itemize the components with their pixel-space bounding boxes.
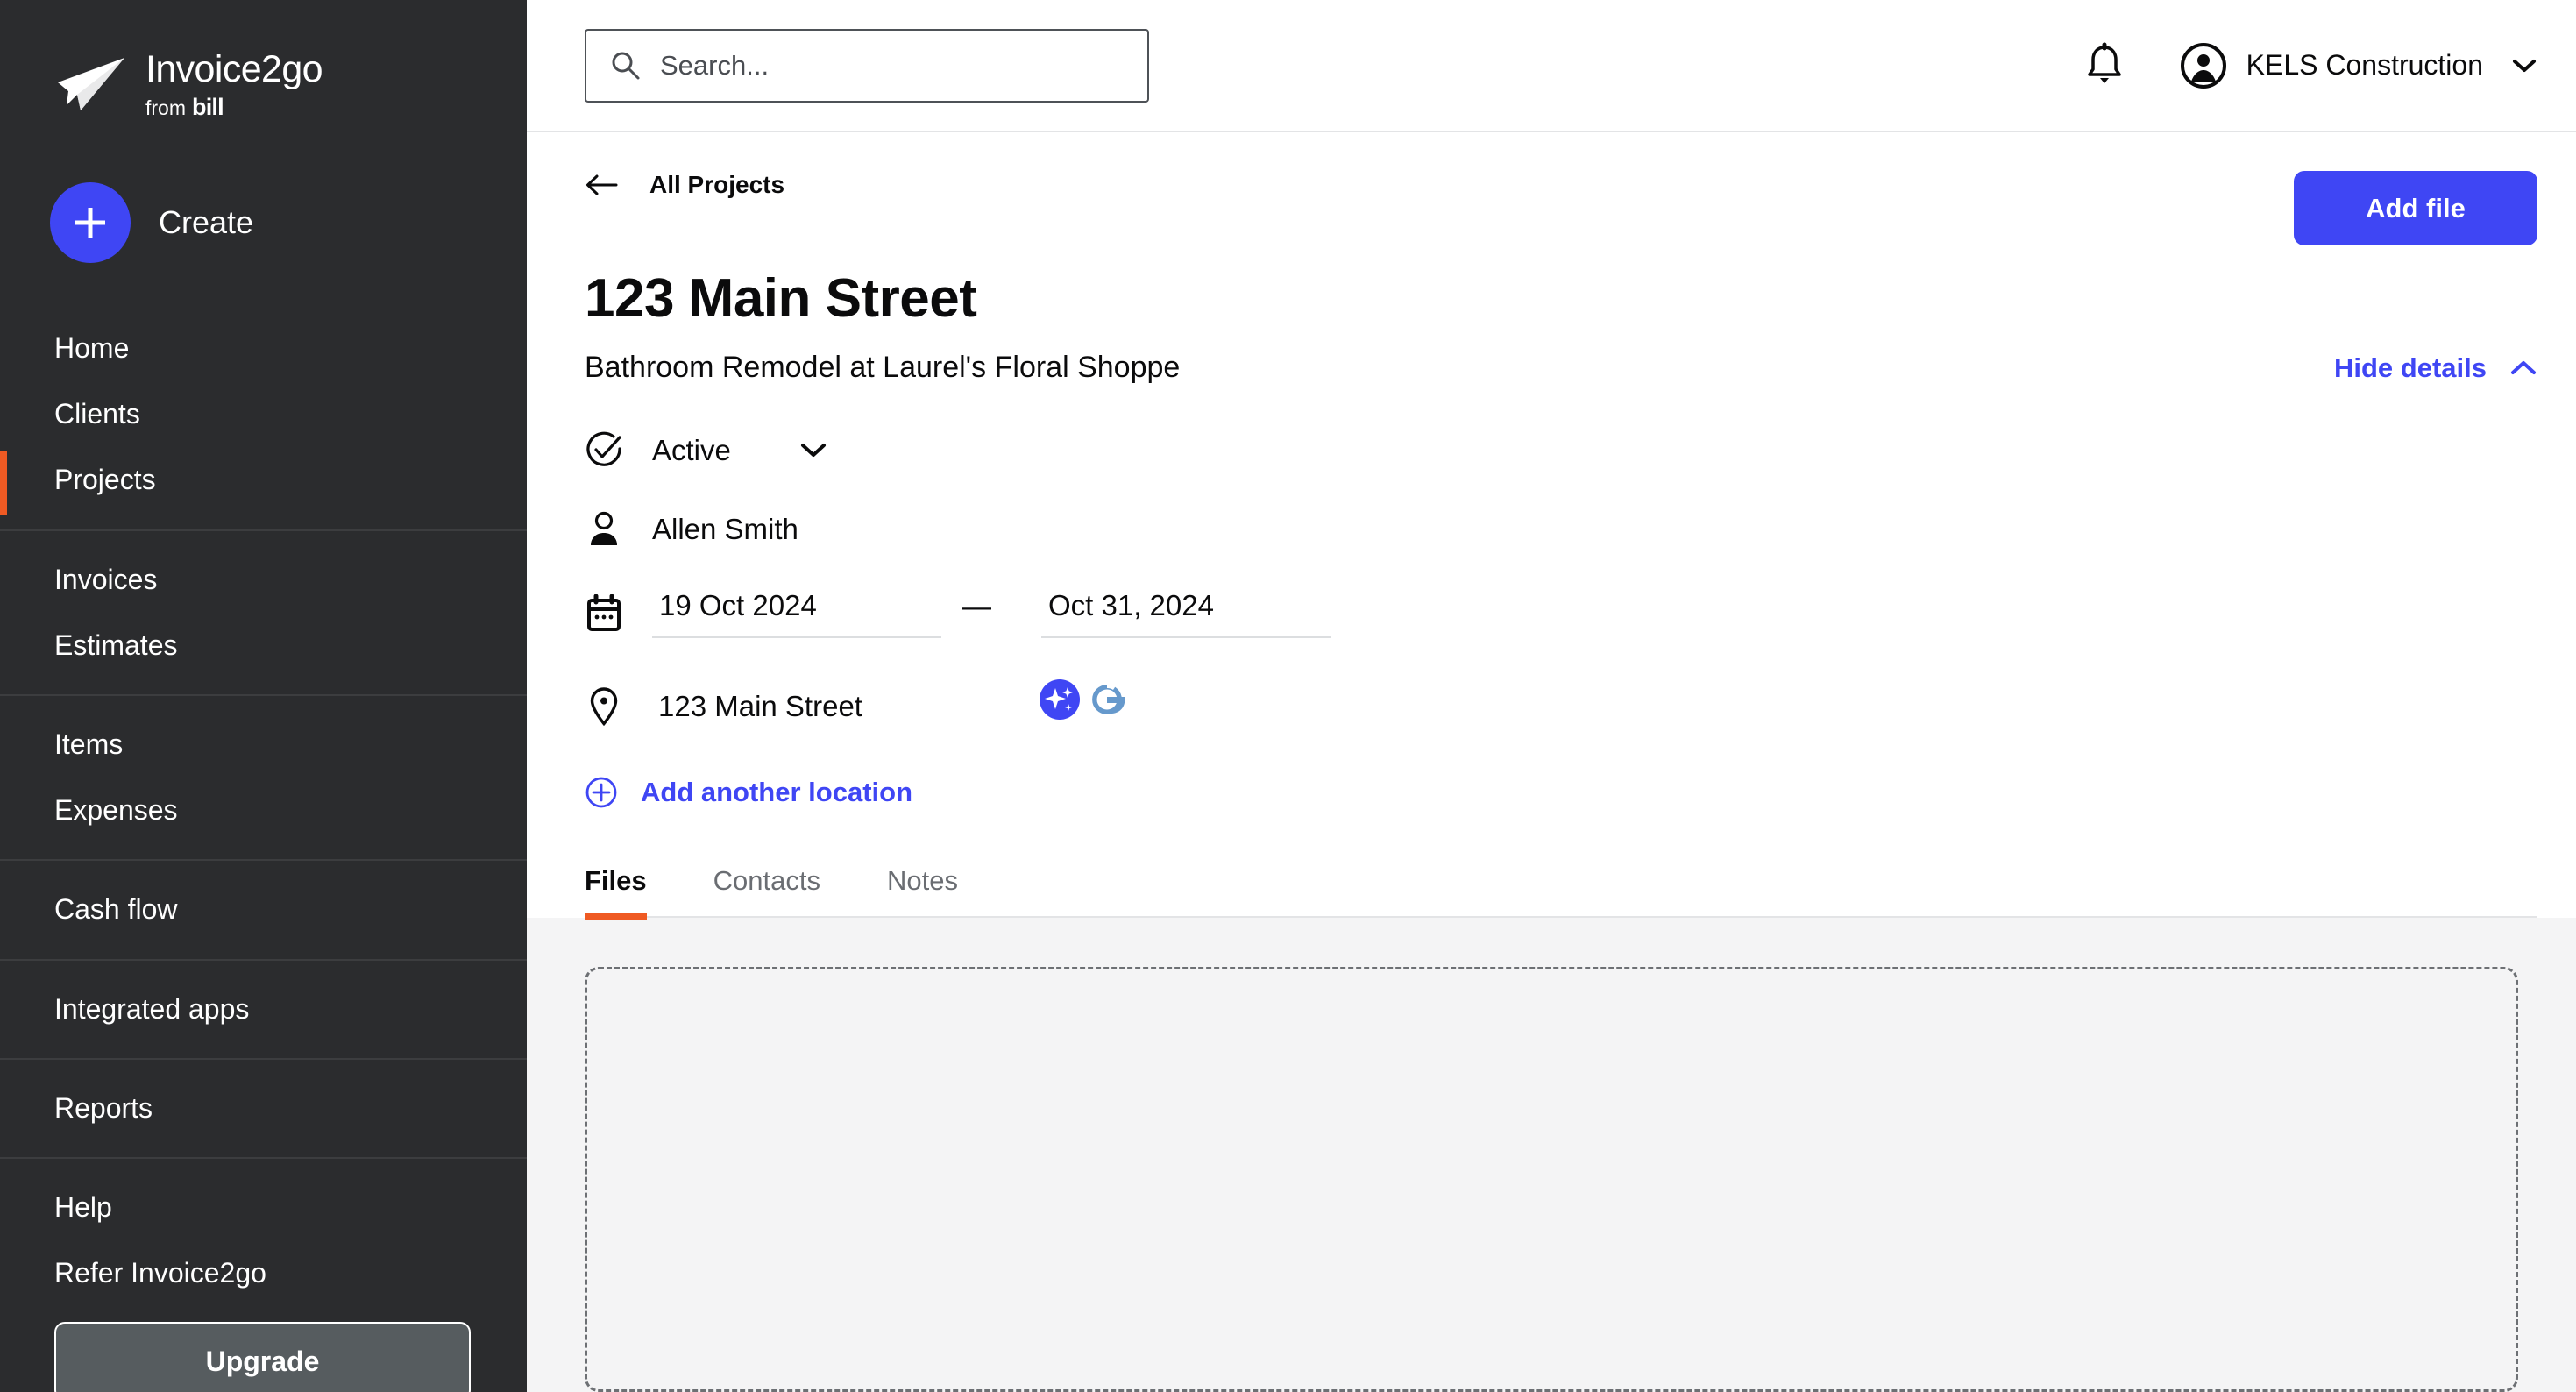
nav-group: Invoices Estimates: [0, 529, 527, 694]
account-avatar-icon: [2180, 42, 2226, 89]
brand-tagline-bill: bill: [192, 94, 224, 120]
date-range-row: 19 Oct 2024 — Oct 31, 2024: [585, 583, 2537, 644]
upgrade-button[interactable]: Upgrade: [54, 1322, 471, 1392]
calendar-icon: [587, 594, 621, 631]
plus-circle-icon: [585, 777, 617, 808]
account-name: KELS Construction: [2246, 49, 2483, 81]
chevron-down-icon: [2513, 59, 2536, 72]
add-another-location-link[interactable]: Add another location: [585, 776, 2537, 809]
calendar-icon-wrap: [585, 594, 623, 633]
sidebar-item-refer[interactable]: Refer Invoice2go: [0, 1240, 527, 1306]
main-area: KELS Construction All Projects Add: [527, 0, 2576, 1392]
sidebar-item-clients[interactable]: Clients: [0, 381, 527, 447]
hide-details-label: Hide details: [2334, 352, 2487, 383]
nav-group: Help Refer Invoice2go: [0, 1156, 527, 1322]
sidebar-item-home[interactable]: Home: [0, 316, 527, 381]
breadcrumb-label: All Projects: [649, 171, 785, 198]
sidebar-item-reports[interactable]: Reports: [0, 1076, 527, 1141]
paper-plane-icon: [58, 58, 124, 110]
sidebar-item-integrated-apps[interactable]: Integrated apps: [0, 977, 527, 1042]
brand-name: Invoice2go: [145, 48, 323, 90]
brand-tagline-prefix: from: [145, 96, 186, 119]
client-row: Allen Smith: [585, 504, 2537, 555]
location-row: 123 Main Street: [585, 676, 2537, 737]
page-title: 123 Main Street: [585, 268, 977, 329]
sidebar-item-projects[interactable]: Projects: [0, 447, 527, 516]
sidebar-nav: Home Clients Projects Invoices Estimates…: [0, 300, 527, 1322]
project-detail-panel: All Projects Add file 123 Main Street Ba…: [527, 132, 2576, 920]
breadcrumb-row: All Projects Add file: [585, 132, 2537, 245]
status-check-icon-wrap: [585, 431, 623, 470]
breadcrumb[interactable]: All Projects: [585, 171, 784, 199]
nav-group: Home Clients Projects: [0, 300, 527, 529]
search-box[interactable]: [585, 28, 1149, 103]
page-subtitle: Bathroom Remodel at Laurel's Floral Shop…: [585, 351, 1181, 384]
create-button-label: Create: [159, 204, 254, 240]
search-input[interactable]: [660, 49, 1125, 82]
nav-group: Items Expenses: [0, 693, 527, 859]
person-icon: [591, 511, 617, 545]
brand-tagline: from bill: [145, 96, 323, 119]
app-root: Invoice2go from bill Create Home Clients…: [0, 0, 2576, 1392]
add-another-location-label: Add another location: [641, 777, 912, 807]
map-pin-icon: [590, 687, 618, 727]
end-date-field[interactable]: Oct 31, 2024: [1041, 589, 1331, 638]
status-chevron-down-icon[interactable]: [799, 441, 827, 460]
search-icon: [612, 52, 640, 79]
google-g-icon[interactable]: [1087, 679, 1127, 720]
sidebar-item-help[interactable]: Help: [0, 1175, 527, 1240]
location-value: 123 Main Street: [658, 690, 862, 722]
detail-tabs: Files Contacts Notes: [585, 865, 2537, 920]
sidebar-item-expenses[interactable]: Expenses: [0, 778, 527, 843]
brand-logo[interactable]: Invoice2go from bill: [0, 0, 527, 119]
file-dropzone[interactable]: [585, 967, 2518, 1392]
sidebar: Invoice2go from bill Create Home Clients…: [0, 0, 527, 1392]
client-icon-wrap: [585, 510, 623, 549]
sidebar-item-invoices[interactable]: Invoices: [0, 547, 527, 613]
plus-icon: [50, 182, 131, 263]
add-file-button[interactable]: Add file: [2294, 171, 2537, 245]
nav-group: Integrated apps: [0, 958, 527, 1058]
top-bar-right: KELS Construction: [2083, 42, 2537, 89]
sidebar-item-cash-flow[interactable]: Cash flow: [0, 877, 527, 942]
files-panel: [527, 918, 2576, 1392]
subtitle-row: Bathroom Remodel at Laurel's Floral Shop…: [585, 351, 2537, 385]
status-row: Active: [585, 423, 2537, 478]
tab-files[interactable]: Files: [585, 865, 647, 920]
notifications-bell-icon[interactable]: [2083, 42, 2125, 89]
location-icon-wrap: [585, 686, 623, 727]
back-arrow-icon: [586, 174, 618, 195]
create-button[interactable]: Create: [0, 119, 527, 263]
start-date-field[interactable]: 19 Oct 2024: [652, 589, 941, 638]
nav-group: Reports: [0, 1057, 527, 1157]
tab-contacts[interactable]: Contacts: [713, 865, 820, 916]
check-circle-icon: [586, 431, 621, 466]
date-separator: —: [962, 590, 991, 622]
page-content: All Projects Add file 123 Main Street Ba…: [527, 132, 2576, 1392]
top-bar: KELS Construction: [527, 0, 2576, 132]
ai-sparkle-icon[interactable]: [1039, 679, 1080, 720]
sidebar-item-estimates[interactable]: Estimates: [0, 613, 527, 678]
upgrade-section: Upgrade: [0, 1322, 527, 1392]
status-value: Active: [652, 434, 731, 466]
hide-details-toggle[interactable]: Hide details: [2334, 352, 2537, 384]
account-menu[interactable]: KELS Construction: [2180, 42, 2537, 89]
nav-group: Cash flow: [0, 859, 527, 958]
location-badges: [1039, 679, 1127, 720]
chevron-up-icon: [2511, 360, 2536, 374]
tab-notes[interactable]: Notes: [887, 865, 958, 916]
brand-text: Invoice2go from bill: [145, 51, 323, 119]
sidebar-item-items[interactable]: Items: [0, 712, 527, 778]
client-name: Allen Smith: [652, 513, 798, 545]
